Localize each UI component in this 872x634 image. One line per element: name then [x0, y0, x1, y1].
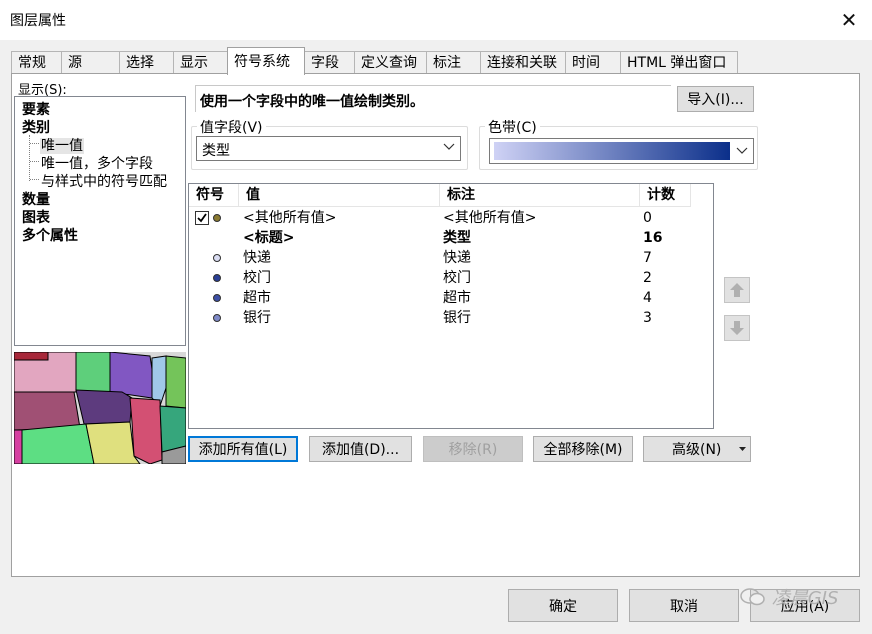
tree-connector: [30, 143, 39, 144]
row-label: <其他所有值>: [443, 210, 537, 226]
tab-html-popup[interactable]: HTML 弹出窗口: [620, 51, 738, 74]
tree-item-label: 唯一值: [40, 138, 84, 154]
symbol-dot[interactable]: [213, 294, 221, 302]
color-ramp-label: 色带(C): [485, 117, 540, 137]
remove-button[interactable]: 移除(R): [423, 436, 523, 462]
add-values-button[interactable]: 添加值(D)...: [309, 436, 412, 462]
chevron-down-icon: [443, 143, 455, 150]
show-tree[interactable]: 要素 类别 唯一值 唯一值，多个字段 与样式中的符号匹配 数量 图表 多个属性: [14, 96, 186, 346]
wechat-icon: [740, 588, 765, 606]
symbol-dot[interactable]: [213, 274, 221, 282]
row-visible-checkbox[interactable]: [195, 211, 209, 225]
watermark-text: 凌晨GIS: [771, 588, 839, 609]
tab-definition-query[interactable]: 定义查询: [354, 51, 427, 74]
tab-fields[interactable]: 字段: [304, 51, 355, 74]
row-value: <其他所有值>: [243, 210, 337, 226]
unique-values-table[interactable]: 符号 值 标注 计数 <其他所有值> <其他所有值> 0 <标题> 类型 16 …: [188, 183, 714, 429]
tab-general[interactable]: 常规: [11, 51, 62, 74]
row-label: 类型: [443, 230, 471, 246]
tree-connector: [30, 161, 39, 162]
color-ramp-swatch: [494, 142, 730, 160]
tab-labels[interactable]: 标注: [426, 51, 481, 74]
row-count: 4: [643, 290, 652, 306]
tab-selection[interactable]: 选择: [119, 51, 174, 74]
row-label: 校门: [443, 270, 471, 286]
value-field-label: 值字段(V): [197, 117, 266, 137]
value-field-selected: 类型: [202, 143, 230, 159]
move-down-button[interactable]: [724, 315, 750, 341]
row-value: 银行: [243, 310, 271, 326]
tree-item-match-to-symbols-in-style[interactable]: 与样式中的符号匹配: [41, 171, 167, 191]
watermark: 凌晨GIS: [740, 584, 838, 610]
advanced-button-label: 高级(N): [672, 442, 722, 458]
color-ramp-select[interactable]: [489, 138, 754, 164]
row-count: 16: [643, 230, 663, 246]
table-row[interactable]: <其他所有值> <其他所有值> 0: [189, 208, 689, 228]
row-count: 3: [643, 310, 652, 326]
tree-item-quantities[interactable]: 数量: [22, 189, 50, 209]
header-symbol[interactable]: 符号: [189, 184, 239, 206]
symbol-dot[interactable]: [213, 214, 221, 222]
symbology-preview-image: [14, 352, 186, 464]
title-bar: 图层属性 ✕: [0, 0, 872, 40]
row-label: 超市: [443, 290, 471, 306]
row-count: 2: [643, 270, 652, 286]
tree-connector: [30, 179, 39, 180]
tab-joins-relates[interactable]: 连接和关联: [480, 51, 566, 74]
checkmark-icon: [197, 213, 207, 223]
tab-display[interactable]: 显示: [173, 51, 228, 74]
header-value[interactable]: 值: [239, 184, 440, 206]
tab-time[interactable]: 时间: [565, 51, 621, 74]
table-row[interactable]: 快递 快递 7: [189, 248, 689, 268]
header-count[interactable]: 计数: [640, 184, 691, 206]
row-count: 0: [643, 210, 652, 226]
header-label[interactable]: 标注: [440, 184, 640, 206]
row-label: 银行: [443, 310, 471, 326]
row-count: 7: [643, 250, 652, 266]
symbol-dot[interactable]: [213, 314, 221, 322]
tree-item-features[interactable]: 要素: [22, 99, 50, 119]
close-icon: ✕: [840, 8, 858, 32]
tab-symbology[interactable]: 符号系统: [227, 47, 305, 75]
renderer-description: 使用一个字段中的唯一值绘制类别。: [195, 85, 671, 112]
tree-item-categories[interactable]: 类别: [22, 117, 50, 137]
tree-item-multiple-attributes[interactable]: 多个属性: [22, 225, 78, 245]
table-row[interactable]: 校门 校门 2: [189, 268, 689, 288]
close-button[interactable]: ✕: [826, 0, 872, 40]
ok-button[interactable]: 确定: [508, 589, 618, 622]
row-label: 快递: [443, 250, 471, 266]
tree-connector: [29, 135, 30, 181]
chevron-down-icon: [736, 147, 748, 154]
move-up-button[interactable]: [724, 277, 750, 303]
dropdown-arrow-icon: [739, 447, 746, 451]
symbol-dot[interactable]: [213, 254, 221, 262]
arrow-up-icon: [730, 283, 744, 297]
row-value: 校门: [243, 270, 271, 286]
row-value: 超市: [243, 290, 271, 306]
tree-item-charts[interactable]: 图表: [22, 207, 50, 227]
tree-item-unique-values[interactable]: 唯一值: [40, 135, 84, 155]
cancel-button[interactable]: 取消: [629, 589, 739, 622]
row-value: 快递: [243, 250, 271, 266]
preview-map-graphic: [14, 352, 186, 464]
row-value: <标题>: [243, 230, 295, 246]
remove-all-button[interactable]: 全部移除(M): [533, 436, 633, 462]
add-all-values-button[interactable]: 添加所有值(L): [188, 436, 298, 462]
window-title: 图层属性: [10, 13, 66, 29]
tab-source[interactable]: 源: [61, 51, 120, 74]
table-header: 符号 值 标注 计数: [189, 184, 691, 207]
arrow-down-icon: [730, 321, 744, 335]
table-row[interactable]: <标题> 类型 16: [189, 228, 689, 248]
table-row[interactable]: 银行 银行 3: [189, 308, 689, 328]
import-button[interactable]: 导入(I)...: [677, 86, 754, 112]
advanced-button[interactable]: 高级(N): [643, 436, 751, 462]
tree-item-unique-values-multiple-fields[interactable]: 唯一值，多个字段: [41, 153, 153, 173]
value-field-select[interactable]: 类型: [196, 136, 461, 161]
table-row[interactable]: 超市 超市 4: [189, 288, 689, 308]
